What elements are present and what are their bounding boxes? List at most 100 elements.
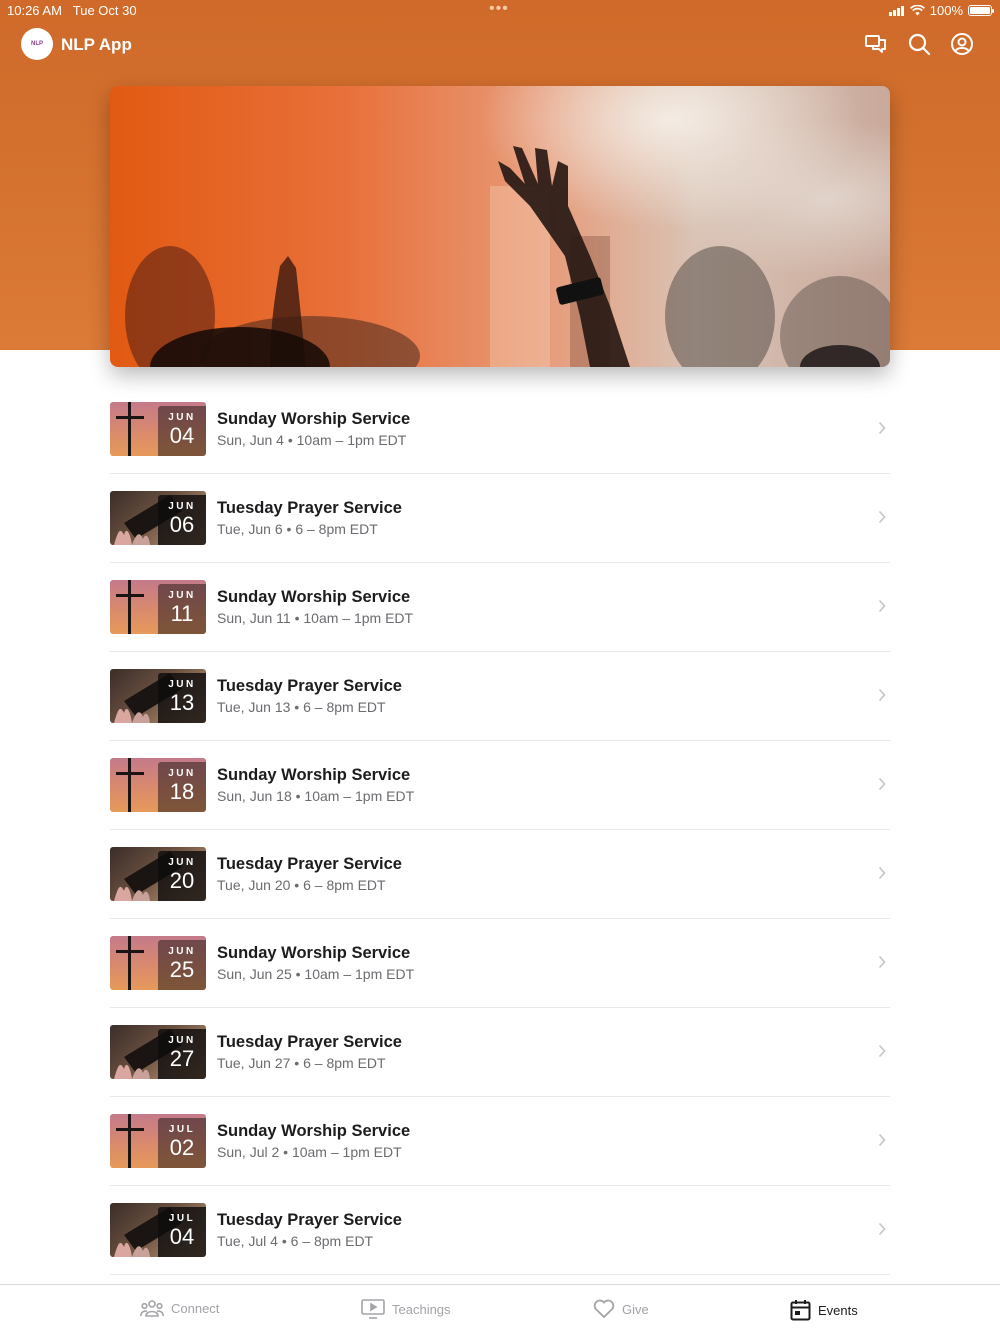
event-title: Tuesday Prayer Service [217,1211,402,1229]
badge-month: JUN [168,590,196,601]
badge-day: 02 [169,1135,195,1160]
event-thumbnail: JUN 06 [110,491,206,545]
chevron-right-icon [878,421,886,435]
date-badge: JUN 04 [158,406,206,456]
event-title: Tuesday Prayer Service [217,1033,402,1051]
hero-illustration [125,146,890,367]
chat-icon[interactable] [864,32,888,56]
event-thumbnail: JUN 13 [110,669,206,723]
event-row[interactable]: JUN 13 Tuesday Prayer Service Tue, Jun 13 •… [110,652,890,741]
logo-mark: NLP [31,41,43,47]
event-title: Sunday Worship Service [217,944,411,962]
event-datetime: Tue, Jun 6 • 6 – 8pm EDT [217,521,378,537]
event-datetime: Sun, Jul 2 • 10am – 1pm EDT [217,1144,402,1160]
app-logo[interactable]: NLP [21,28,53,60]
event-thumbnail: JUN 27 [110,1025,206,1079]
play-screen-icon [361,1299,385,1319]
badge-month: JUN [168,679,196,690]
badge-day: 06 [169,512,195,537]
badge-month: JUL [168,1124,196,1135]
event-row[interactable]: JUN 11 Sunday Worship Service Sun, Jun 11 •… [110,563,890,652]
badge-month: JUN [168,857,196,868]
event-datetime: Tue, Jun 13 • 6 – 8pm EDT [217,699,386,715]
tab-teachings[interactable]: Teachings [361,1299,451,1319]
event-row[interactable]: JUN 20 Tuesday Prayer Service Tue, Jun 20 •… [110,830,890,919]
chevron-right-icon [878,688,886,702]
event-title: Sunday Worship Service [217,766,411,784]
event-title: Sunday Worship Service [217,1122,411,1140]
badge-month: JUN [168,1035,196,1046]
account-icon[interactable] [950,32,974,56]
event-row[interactable]: JUL 04 Tuesday Prayer Service Tue, Jul 4 • … [110,1186,890,1275]
event-row[interactable]: JUN 06 Tuesday Prayer Service Tue, Jun 6 • … [110,474,890,563]
event-thumbnail: JUN 04 [110,402,206,456]
date-badge: JUN 20 [158,851,206,901]
battery-percent: 100% [929,3,963,18]
badge-month: JUN [168,412,196,423]
badge-day: 11 [170,601,194,626]
event-row[interactable]: JUN 27 Tuesday Prayer Service Tue, Jun 27 •… [110,1008,890,1097]
date-badge: JUL 04 [158,1207,206,1257]
event-datetime: Sun, Jun 4 • 10am – 1pm EDT [217,432,407,448]
event-title: Sunday Worship Service [217,410,411,428]
badge-day: 04 [169,423,195,448]
event-thumbnail: JUL 02 [110,1114,206,1168]
event-datetime: Sun, Jun 11 • 10am – 1pm EDT [217,610,414,626]
search-icon[interactable] [907,32,931,56]
badge-day: 20 [169,868,195,893]
date-badge: JUN 13 [158,673,206,723]
chevron-right-icon [878,777,886,791]
event-title: Tuesday Prayer Service [217,499,402,517]
event-datetime: Tue, Jul 4 • 6 – 8pm EDT [217,1233,374,1249]
event-thumbnail: JUN 20 [110,847,206,901]
event-thumbnail: JUN 18 [110,758,206,812]
date-badge: JUN 11 [158,584,206,634]
calendar-icon [790,1300,811,1321]
tab-label: Events [818,1302,858,1318]
event-row[interactable]: JUN 18 Sunday Worship Service Sun, Jun 18 •… [110,741,890,830]
tab-bar: Connect Teachings Give Events [0,1284,1000,1334]
badge-day: 27 [169,1046,195,1071]
battery-icon [968,5,994,16]
status-time: 10:26 AM Tue Oct 30 [7,3,137,18]
multitask-dots[interactable]: ••• [489,0,509,18]
chevron-right-icon [878,599,886,613]
badge-day: 18 [169,779,195,804]
event-row[interactable]: JUN 04 Sunday Worship Service Sun, Jun 4 • … [110,385,890,474]
event-row[interactable]: JUN 25 Sunday Worship Service Sun, Jun 25 •… [110,919,890,1008]
tab-give[interactable]: Give [593,1299,649,1319]
date-badge: JUL 02 [158,1118,206,1168]
people-icon [140,1300,164,1317]
badge-day: 13 [169,690,195,715]
chevron-right-icon [878,1133,886,1147]
event-title: Sunday Worship Service [217,588,411,606]
event-title: Tuesday Prayer Service [217,677,402,695]
event-datetime: Sun, Jun 18 • 10am – 1pm EDT [217,788,415,804]
tab-label: Give [622,1301,649,1317]
date-badge: JUN 25 [158,940,206,990]
wifi-icon [909,5,925,16]
date-badge: JUN 27 [158,1029,206,1079]
event-datetime: Tue, Jun 20 • 6 – 8pm EDT [217,877,386,893]
chevron-right-icon [878,510,886,524]
event-datetime: Sun, Jun 25 • 10am – 1pm EDT [217,966,415,982]
nav-actions [864,32,974,56]
status-indicators: 100% [888,3,994,18]
hero-image-worship[interactable] [110,86,890,367]
date-badge: JUN 18 [158,762,206,812]
signal-icon [888,5,904,16]
status-bar: 10:26 AM Tue Oct 30 ••• 100% [0,0,1000,20]
event-title: Tuesday Prayer Service [217,855,402,873]
badge-month: JUN [168,946,196,957]
event-thumbnail: JUL 04 [110,1203,206,1257]
event-row[interactable]: JUL 02 Sunday Worship Service Sun, Jul 2 • … [110,1097,890,1186]
tab-events[interactable]: Events [790,1299,858,1321]
tab-label: Teachings [392,1301,451,1317]
date-badge: JUN 06 [158,495,206,545]
top-nav: NLP NLP App [0,24,1000,66]
event-thumbnail: JUN 25 [110,936,206,990]
tab-connect[interactable]: Connect [140,1299,219,1317]
chevron-right-icon [878,955,886,969]
badge-day: 04 [169,1224,195,1249]
badge-day: 25 [169,957,195,982]
